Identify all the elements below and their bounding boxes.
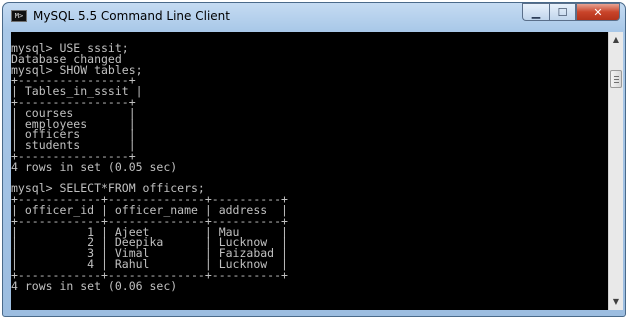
- mysql-app-icon[interactable]: M>: [11, 10, 27, 22]
- maximize-button[interactable]: ☐: [549, 3, 576, 21]
- scroll-down-arrow-icon[interactable]: ▼: [609, 294, 623, 310]
- thumb-grip-line: [614, 82, 619, 83]
- scrollbar-thumb[interactable]: [610, 70, 622, 88]
- scroll-up-arrow-icon[interactable]: ▲: [609, 32, 623, 48]
- console-window: M> MySQL 5.5 Command Line Client ▁ ☐ ✕ m…: [2, 2, 626, 317]
- vertical-scrollbar[interactable]: ▲ ▼: [608, 32, 623, 310]
- thumb-grip-line: [614, 76, 619, 77]
- close-button[interactable]: ✕: [576, 3, 620, 21]
- title-bar[interactable]: M> MySQL 5.5 Command Line Client ▁ ☐ ✕: [3, 3, 625, 31]
- console-area[interactable]: mysql> USE sssit; Database changed mysql…: [11, 32, 608, 310]
- thumb-grip-line: [614, 79, 619, 80]
- console-output: mysql> USE sssit; Database changed mysql…: [11, 41, 288, 293]
- window-controls: ▁ ☐ ✕: [522, 3, 620, 23]
- window-title: MySQL 5.5 Command Line Client: [33, 9, 230, 23]
- minimize-button[interactable]: ▁: [522, 3, 549, 21]
